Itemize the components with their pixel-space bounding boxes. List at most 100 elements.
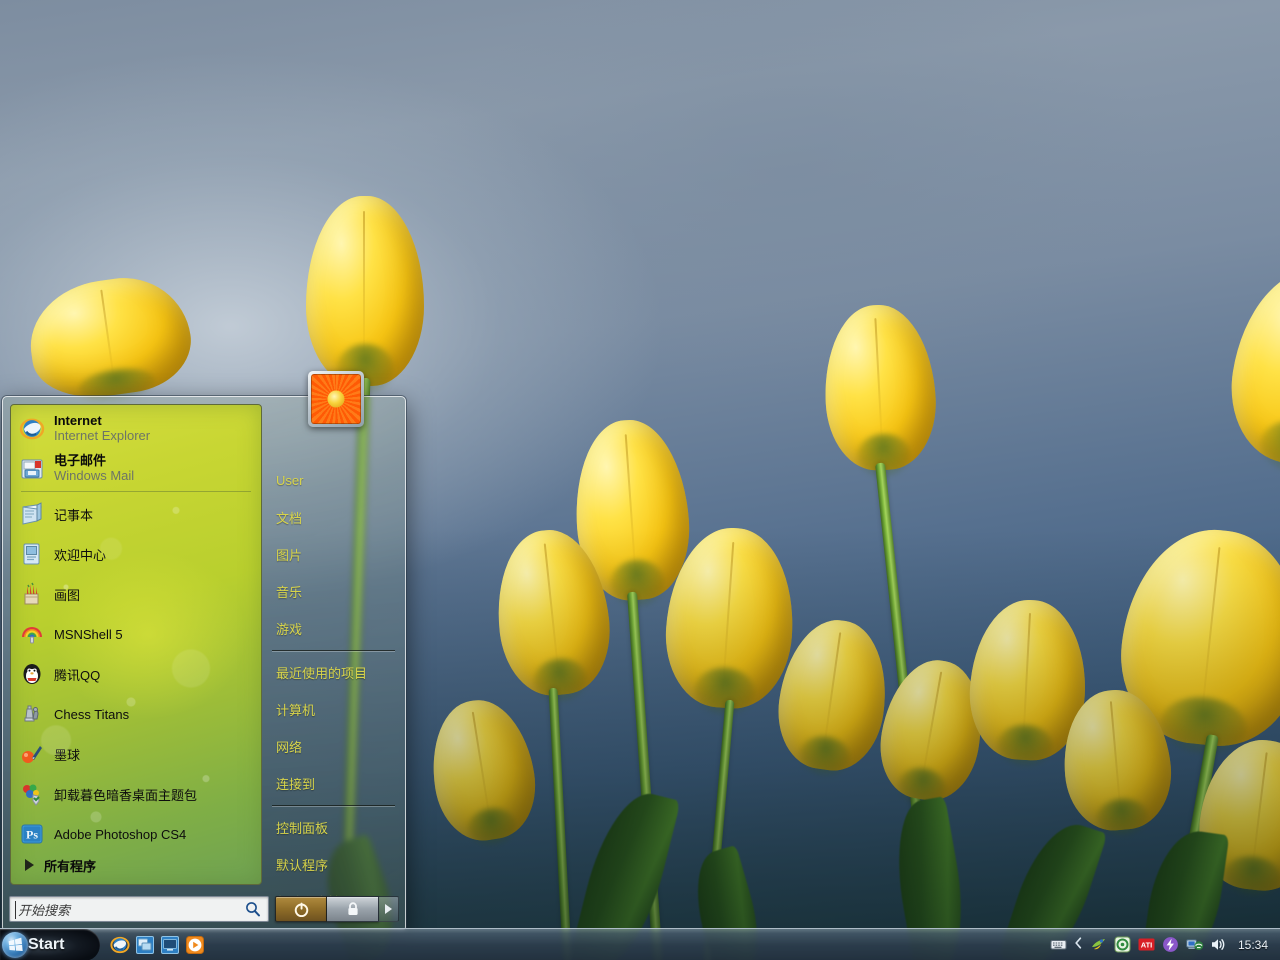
start-menu-item-notepad[interactable]: 记事本	[11, 494, 261, 534]
power-icon	[294, 902, 308, 917]
shutdown-options-button[interactable]	[379, 896, 399, 922]
start-menu-item-label: Adobe Photoshop CS4	[54, 826, 187, 842]
start-menu-item-label: MSNShell 5	[54, 626, 123, 642]
start-menu[interactable]: Internet Internet Explorer 电子邮件 Windows …	[2, 371, 406, 930]
power-buttons-group	[275, 895, 399, 923]
search-input[interactable]: 开始搜索	[9, 896, 269, 922]
start-menu-item-msnshell[interactable]: MSNShell 5	[11, 614, 261, 654]
wallpaper-tulip	[422, 693, 543, 960]
place-label: 计算机	[276, 703, 316, 718]
place-label: User	[276, 473, 304, 488]
taskbar: Start ATI 15:34	[0, 928, 1280, 960]
system-tray: ATI 15:34	[1050, 929, 1280, 960]
tencent-qq-icon	[19, 661, 45, 687]
tray-ati-catalyst[interactable]: ATI	[1138, 936, 1155, 953]
tray-input-method[interactable]	[1050, 936, 1067, 953]
svg-text:Ps: Ps	[26, 828, 38, 842]
divider	[272, 650, 395, 651]
start-menu-item-sublabel: Internet Explorer	[54, 428, 151, 443]
power-button[interactable]	[275, 896, 327, 922]
photoshop-icon: Ps	[19, 821, 45, 847]
taskbar-clock[interactable]: 15:34	[1234, 938, 1274, 952]
wallpaper-tulip	[22, 269, 198, 406]
start-menu-item-label: 腾讯QQ	[54, 667, 101, 683]
search-placeholder: 开始搜索	[18, 902, 71, 918]
user-avatar[interactable]	[308, 371, 364, 427]
tray-app-3[interactable]	[1162, 936, 1179, 953]
divider	[272, 805, 395, 806]
place-label: 音乐	[276, 585, 303, 600]
all-programs-button[interactable]: 所有程序	[19, 850, 253, 880]
start-menu-place-user[interactable]: User	[266, 462, 399, 499]
chevron-right-icon	[25, 859, 34, 871]
start-menu-place-control-panel[interactable]: 控制面板	[266, 809, 399, 846]
divider	[21, 491, 251, 492]
tray-expand[interactable]	[1074, 936, 1083, 953]
start-menu-item-label: Chess Titans	[54, 706, 130, 722]
start-menu-item-photoshop[interactable]: Ps Adobe Photoshop CS4	[11, 814, 261, 854]
quick-launch-media-player[interactable]	[185, 935, 205, 955]
start-menu-places-pane: User 文档 图片 音乐 游戏 最近使用的项目 计算机 网络 连接到 控制面板…	[266, 404, 399, 910]
start-button[interactable]: Start	[0, 928, 100, 960]
start-menu-item-label: 墨球	[54, 747, 81, 763]
start-menu-item-email[interactable]: 电子邮件 Windows Mail	[11, 449, 261, 489]
start-menu-item-label: Internet	[54, 413, 102, 429]
start-menu-place-default-programs[interactable]: 默认程序	[266, 846, 399, 883]
quick-launch-ie[interactable]	[110, 935, 130, 955]
start-menu-place-connect-to[interactable]: 连接到	[266, 765, 399, 802]
place-label: 网络	[276, 740, 303, 755]
theme-uninstall-icon	[19, 781, 45, 807]
start-menu-item-label: 卸载暮色暗香桌面主题包	[54, 787, 198, 803]
start-menu-item-chess-titans[interactable]: Chess Titans	[11, 694, 261, 734]
tray-app-2[interactable]	[1114, 936, 1131, 953]
start-menu-place-documents[interactable]: 文档	[266, 499, 399, 536]
start-menu-item-label: 电子邮件	[54, 453, 107, 469]
search-icon[interactable]	[245, 901, 261, 917]
welcome-center-icon	[19, 541, 45, 567]
internet-explorer-icon	[19, 416, 45, 442]
start-menu-item-welcome-center[interactable]: 欢迎中心	[11, 534, 261, 574]
all-programs-label: 所有程序	[44, 858, 97, 874]
start-menu-place-network[interactable]: 网络	[266, 728, 399, 765]
msnshell-icon	[19, 621, 45, 647]
start-menu-place-computer[interactable]: 计算机	[266, 691, 399, 728]
arrow-right-icon	[385, 904, 392, 914]
start-button-label: Start	[28, 935, 65, 953]
start-menu-item-label: 画图	[54, 587, 81, 603]
quick-launch-bar	[100, 935, 205, 955]
quick-launch-show-desktop[interactable]	[160, 935, 180, 955]
start-menu-item-inkball[interactable]: 墨球	[11, 734, 261, 774]
start-menu-item-label: 记事本	[54, 507, 94, 523]
start-menu-place-music[interactable]: 音乐	[266, 573, 399, 610]
tray-network[interactable]	[1186, 936, 1204, 953]
lock-button[interactable]	[327, 896, 379, 922]
place-label: 控制面板	[276, 821, 329, 836]
tray-volume[interactable]	[1210, 936, 1227, 953]
windows-orb-icon	[2, 931, 28, 958]
windows-mail-icon	[19, 456, 45, 482]
start-menu-item-paint[interactable]: 画图	[11, 574, 261, 614]
start-menu-item-label: 欢迎中心	[54, 547, 107, 563]
lock-icon	[347, 902, 358, 915]
start-menu-item-tencent-qq[interactable]: 腾讯QQ	[11, 654, 261, 694]
place-label: 文档	[276, 511, 303, 526]
start-menu-item-internet[interactable]: Internet Internet Explorer	[11, 409, 261, 449]
paint-icon	[19, 581, 45, 607]
start-menu-item-uninstall-theme[interactable]: 卸载暮色暗香桌面主题包	[11, 774, 261, 814]
quick-launch-switch-windows[interactable]	[135, 935, 155, 955]
svg-text:ATI: ATI	[1141, 941, 1153, 950]
wallpaper-tulip	[770, 613, 896, 960]
pinned-programs-list: Internet Internet Explorer 电子邮件 Windows …	[11, 405, 261, 854]
place-label: 游戏	[276, 622, 303, 637]
inkball-icon	[19, 741, 45, 767]
start-menu-place-games[interactable]: 游戏	[266, 610, 399, 647]
place-label: 连接到	[276, 777, 316, 792]
place-label: 默认程序	[276, 858, 329, 873]
tray-app-1[interactable]	[1090, 936, 1107, 953]
start-menu-place-recent-items[interactable]: 最近使用的项目	[266, 654, 399, 691]
start-menu-bottom-bar: 开始搜索	[3, 889, 405, 929]
notepad-icon	[19, 501, 45, 527]
place-label: 图片	[276, 548, 303, 563]
start-menu-place-pictures[interactable]: 图片	[266, 536, 399, 573]
start-menu-programs-pane: Internet Internet Explorer 电子邮件 Windows …	[10, 404, 262, 885]
